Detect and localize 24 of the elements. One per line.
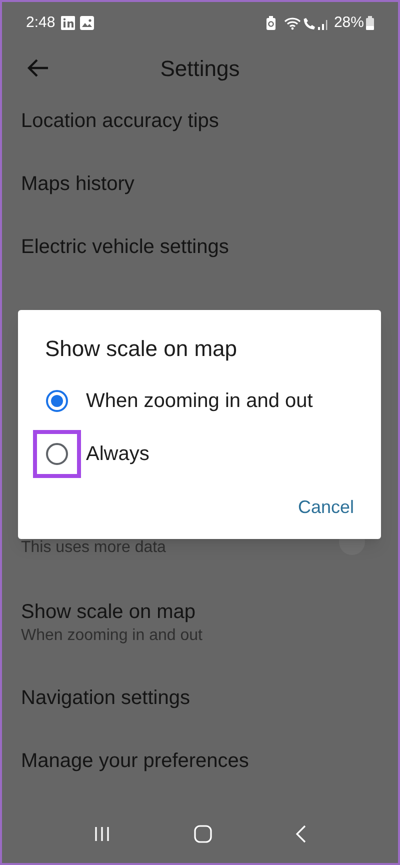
cancel-button[interactable]: Cancel [290,488,362,527]
setting-subtitle: When zooming in and out [21,626,204,646]
wifi-icon [284,16,301,30]
setting-title[interactable]: Electric vehicle settings [21,234,229,260]
back-icon[interactable] [296,825,306,843]
battery-percent: 28% [334,12,364,33]
home-icon[interactable] [194,825,212,843]
setting-title[interactable]: Manage your preferences [21,748,249,774]
option-label[interactable]: When zooming in and out [86,386,313,416]
recent-apps-icon[interactable] [94,826,110,842]
setting-title[interactable]: Location accuracy tips [21,108,219,134]
status-time: 2:48 [26,12,56,33]
battery-saver-icon [266,16,276,30]
battery-icon [366,16,374,30]
setting-title[interactable]: Maps history [21,170,134,196]
call-icon [302,16,316,30]
radio-button[interactable] [46,442,68,464]
setting-title[interactable]: Show scale on map [21,599,379,625]
header-title: Settings [160,54,240,83]
image-icon [80,16,94,30]
option-label[interactable]: Always [86,438,150,468]
setting-title[interactable]: Navigation settings [21,684,190,710]
dialog-title: Show scale on map [45,335,238,363]
radio-button[interactable] [46,390,68,412]
